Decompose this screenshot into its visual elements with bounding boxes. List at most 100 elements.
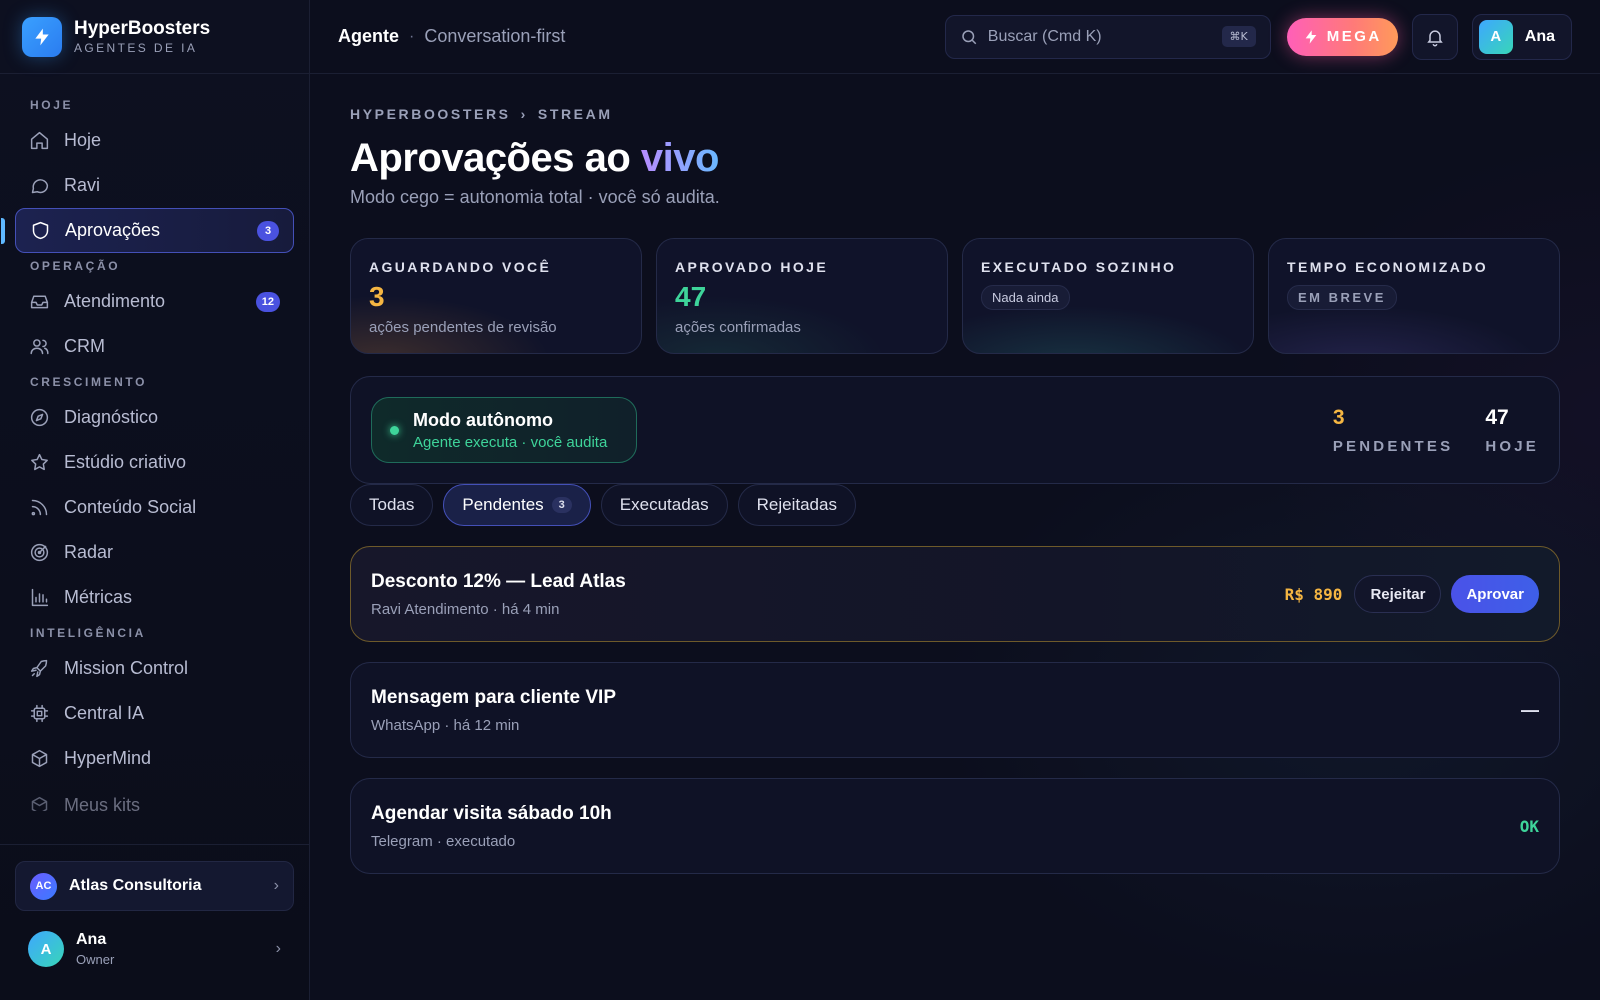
- sidebar-item-label: Métricas: [64, 587, 133, 607]
- chevron-right-icon: ›: [275, 940, 281, 957]
- page-subtitle: Modo cego = autonomia total · você só au…: [350, 187, 720, 207]
- main-area: Agente · Conversation-first ⌘K MEGA A An…: [310, 0, 1600, 1000]
- rss-icon: [31, 499, 48, 516]
- sidebar-item-label: Mission Control: [64, 658, 189, 678]
- autonomous-mode-toggle[interactable]: Modo autônomo Agente executa · você audi…: [371, 397, 637, 463]
- user-menu[interactable]: A Ana Owner ›: [15, 931, 294, 967]
- nav-section-hoje: HOJE: [30, 98, 74, 112]
- autonomous-panel: Modo autônomo Agente executa · você audi…: [350, 376, 1560, 484]
- sidebar-item-label: Meus kits: [64, 795, 141, 811]
- approvals-list: Desconto 12% — Lead Atlas Ravi Atendimen…: [350, 546, 1560, 874]
- sidebar-item-crm[interactable]: CRM: [15, 324, 294, 369]
- nav-section-inteligencia: INTELIGÊNCIA: [30, 626, 146, 640]
- tab-todas[interactable]: Todas: [350, 484, 434, 526]
- radar-icon: [30, 543, 49, 562]
- approval-meta: Telegram · executado: [371, 832, 516, 850]
- page-title-text: Aprovações ao: [350, 136, 641, 180]
- approval-status: —: [1521, 699, 1539, 720]
- avatar: A: [28, 931, 64, 967]
- brand-subtitle: AGENTES DE IA: [74, 40, 198, 55]
- workspace-switcher[interactable]: AC Atlas Consultoria ›: [15, 861, 294, 911]
- sidebar-item-radar[interactable]: Radar: [15, 530, 294, 575]
- page-title-accent: vivo: [640, 136, 720, 180]
- stat-label: APROVADO HOJE: [675, 259, 829, 275]
- sidebar-item-ravi[interactable]: Ravi: [15, 163, 294, 208]
- sidebar-item-mission-control[interactable]: Mission Control: [15, 646, 294, 691]
- home-icon: [30, 131, 49, 150]
- stat-card-tempo: TEMPO ECONOMIZADO EM BREVE: [1268, 238, 1560, 354]
- sidebar-item-hypermind[interactable]: HyperMind: [15, 736, 294, 781]
- list-item[interactable]: Agendar visita sábado 10h Telegram · exe…: [350, 778, 1560, 874]
- chat-bubble-icon: [31, 179, 49, 194]
- breadcrumb-item[interactable]: HYPERBOOSTERS: [350, 106, 511, 122]
- sidebar-item-conteudo[interactable]: Conteúdo Social: [15, 485, 294, 530]
- topbar-user-button[interactable]: A Ana: [1471, 13, 1572, 60]
- approval-meta: WhatsApp · há 12 min: [371, 716, 520, 734]
- shield-icon: [32, 221, 49, 240]
- topbar-user-name: Ana: [1524, 27, 1555, 45]
- list-item[interactable]: Desconto 12% — Lead Atlas Ravi Atendimen…: [350, 546, 1560, 642]
- lightning-logo-icon: [22, 16, 62, 57]
- user-name: Ana: [76, 931, 107, 948]
- sidebar-item-label: Hoje: [64, 130, 102, 150]
- search-input[interactable]: [987, 27, 1212, 46]
- workspace-avatar: AC: [30, 872, 57, 900]
- topbar-subtitle: Conversation-first: [424, 26, 566, 46]
- breadcrumb-item: STREAM: [537, 106, 613, 122]
- sidebar-item-atendimento[interactable]: Atendimento 12: [15, 279, 294, 324]
- stat-card-aguardando: AGUARDANDO VOCÊ 3 ações pendentes de rev…: [350, 238, 642, 354]
- cube-icon: [31, 749, 48, 768]
- keyboard-shortcut: ⌘K: [1221, 26, 1256, 47]
- tab-rejeitadas[interactable]: Rejeitadas: [737, 484, 856, 526]
- sidebar-item-label: Estúdio criativo: [64, 452, 187, 472]
- sidebar-item-label: Diagnóstico: [64, 407, 159, 427]
- sidebar-item-metricas[interactable]: Métricas: [15, 575, 294, 620]
- sidebar-item-diagnostico[interactable]: Diagnóstico: [15, 395, 294, 440]
- sidebar-item-meus-kits[interactable]: Meus kits: [15, 781, 294, 811]
- filter-tabs: Todas Pendentes 3 Executadas Rejeitadas: [350, 484, 1560, 526]
- breadcrumb: HYPERBOOSTERS › STREAM: [350, 106, 1560, 122]
- brand-name: HyperBoosters: [74, 17, 211, 39]
- sidebar-footer: AC Atlas Consultoria › A Ana Owner ›: [0, 844, 309, 1000]
- stat-card-executado: EXECUTADO SOZINHO Nada ainda: [962, 238, 1254, 354]
- sidebar-item-label: Aprovações: [65, 220, 161, 240]
- search-box[interactable]: ⌘K: [944, 14, 1271, 59]
- approve-button[interactable]: Aprovar: [1451, 575, 1539, 613]
- tab-label: Rejeitadas: [756, 495, 837, 514]
- sidebar-item-central-ia[interactable]: Central IA: [15, 691, 294, 736]
- sidebar-item-hoje[interactable]: Hoje: [15, 118, 294, 163]
- tab-label: Pendentes: [462, 495, 544, 514]
- notifications-button[interactable]: [1411, 13, 1458, 60]
- today-count-label: HOJE: [1485, 437, 1539, 455]
- brand[interactable]: HyperBoosters AGENTES DE IA: [0, 0, 309, 74]
- sidebar-item-label: HyperMind: [64, 748, 152, 768]
- bell-icon: [1427, 29, 1443, 46]
- status-pill: Nada ainda: [981, 285, 1070, 310]
- topbar-title: Agente: [338, 26, 400, 46]
- autonomous-title: Modo autônomo: [413, 409, 553, 430]
- autonomous-subtitle: Agente executa · você audita: [413, 433, 608, 451]
- search-icon: [962, 29, 977, 44]
- status-pill: EM BREVE: [1287, 285, 1397, 310]
- list-item[interactable]: Mensagem para cliente VIP WhatsApp · há …: [350, 662, 1560, 758]
- approval-amount: R$ 890: [1284, 584, 1343, 604]
- sidebar-item-label: Ravi: [64, 175, 101, 195]
- avatar: A: [1478, 19, 1513, 54]
- user-role: Owner: [76, 952, 115, 967]
- mega-label: MEGA: [1326, 28, 1382, 45]
- sidebar-item-aprovacoes[interactable]: Aprovações 3: [1, 208, 294, 253]
- tab-pendentes[interactable]: Pendentes 3: [443, 484, 591, 526]
- tab-executadas[interactable]: Executadas: [600, 484, 728, 526]
- stat-description: ações confirmadas: [675, 319, 801, 336]
- pending-count-value: 3: [1332, 405, 1345, 429]
- mega-button[interactable]: MEGA: [1286, 17, 1398, 56]
- workspace-name: Atlas Consultoria: [69, 877, 202, 894]
- sidebar-item-estudio[interactable]: Estúdio criativo: [15, 440, 294, 485]
- cpu-icon: [30, 704, 49, 723]
- stat-card-aprovado: APROVADO HOJE 47 ações confirmadas: [656, 238, 948, 354]
- count-badge: 12: [255, 291, 280, 312]
- stat-label: EXECUTADO SOZINHO: [981, 259, 1177, 275]
- reject-button[interactable]: Rejeitar: [1354, 575, 1442, 613]
- users-icon: [30, 339, 49, 355]
- sidebar-nav: HOJE Hoje Ravi Aprovações 3 OPERAÇÃO Ate…: [0, 74, 309, 844]
